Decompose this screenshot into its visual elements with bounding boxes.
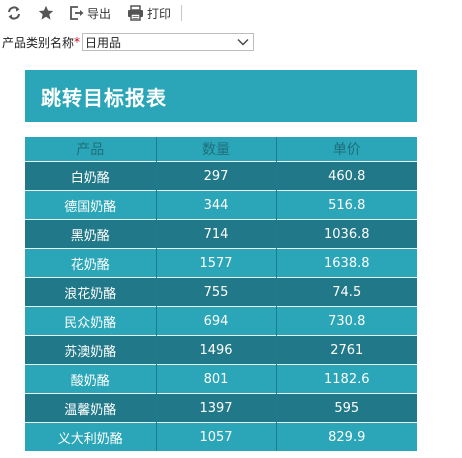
print-icon xyxy=(127,5,144,21)
product-cell[interactable]: 白奶酪 xyxy=(25,161,156,191)
price-cell: 74.5 xyxy=(275,277,417,307)
price-cell: 516.8 xyxy=(275,190,417,220)
report: 跳转目标报表 产品 数量 单价 白奶酪 297 460.8 德国奶酪 344 5… xyxy=(25,70,417,451)
table-row: 白奶酪 297 460.8 xyxy=(25,161,417,191)
quantity-cell: 1496 xyxy=(155,335,276,365)
toolbar-divider xyxy=(181,5,183,21)
product-cell[interactable]: 酸奶酪 xyxy=(25,364,156,394)
table-row: 浪花奶酪 755 74.5 xyxy=(25,277,417,307)
product-cell[interactable]: 苏澳奶酪 xyxy=(25,335,156,365)
print-button[interactable]: 打印 xyxy=(127,2,171,24)
price-cell: 1638.8 xyxy=(275,248,417,278)
report-title: 跳转目标报表 xyxy=(41,85,167,110)
title-divider xyxy=(25,122,417,137)
table-row: 酸奶酪 801 1182.6 xyxy=(25,364,417,394)
quantity-cell: 1577 xyxy=(155,248,276,278)
product-cell[interactable]: 民众奶酪 xyxy=(25,306,156,336)
export-icon xyxy=(69,5,85,21)
table-row: 花奶酪 1577 1638.8 xyxy=(25,248,417,278)
product-cell[interactable]: 黑奶酪 xyxy=(25,219,156,249)
column-header: 产品 xyxy=(25,137,156,162)
quantity-cell: 1057 xyxy=(155,422,276,451)
price-cell: 460.8 xyxy=(275,161,417,191)
price-cell: 595 xyxy=(275,393,417,423)
product-cell[interactable]: 浪花奶酪 xyxy=(25,277,156,307)
product-cell[interactable]: 温馨奶酪 xyxy=(25,393,156,423)
quantity-cell: 801 xyxy=(155,364,276,394)
category-select-value: 日用品 xyxy=(85,35,122,50)
required-mark: * xyxy=(74,35,81,49)
quantity-cell: 297 xyxy=(155,161,276,191)
product-cell[interactable]: 德国奶酪 xyxy=(25,190,156,220)
table-row: 黑奶酪 714 1036.8 xyxy=(25,219,417,249)
table-header-row: 产品 数量 单价 xyxy=(25,137,417,162)
table-row: 苏澳奶酪 1496 2761 xyxy=(25,335,417,365)
refresh-icon xyxy=(7,6,21,20)
refresh-button[interactable] xyxy=(7,2,21,24)
price-cell: 730.8 xyxy=(275,306,417,336)
export-button[interactable]: 导出 xyxy=(69,2,111,24)
quantity-cell: 1397 xyxy=(155,393,276,423)
price-cell: 2761 xyxy=(275,335,417,365)
toolbar: 导出 打印 xyxy=(0,0,462,26)
table-row: 德国奶酪 344 516.8 xyxy=(25,190,417,220)
quantity-cell: 694 xyxy=(155,306,276,336)
report-table: 产品 数量 单价 白奶酪 297 460.8 德国奶酪 344 516.8 黑奶… xyxy=(25,137,417,451)
price-cell: 1182.6 xyxy=(275,364,417,394)
product-cell[interactable]: 花奶酪 xyxy=(25,248,156,278)
quantity-cell: 755 xyxy=(155,277,276,307)
quantity-cell: 344 xyxy=(155,190,276,220)
table-row: 民众奶酪 694 730.8 xyxy=(25,306,417,336)
star-icon xyxy=(38,5,54,21)
column-header: 数量 xyxy=(155,137,276,162)
quantity-cell: 714 xyxy=(155,219,276,249)
product-cell[interactable]: 义大利奶酪 xyxy=(25,422,156,451)
price-cell: 1036.8 xyxy=(275,219,417,249)
favorite-button[interactable] xyxy=(38,2,54,24)
print-label: 打印 xyxy=(147,6,172,21)
filter-row: 产品类别名称 * 日用品 xyxy=(2,33,255,51)
table-row: 温馨奶酪 1397 595 xyxy=(25,393,417,423)
filter-label: 产品类别名称 xyxy=(2,35,75,50)
category-select[interactable]: 日用品 xyxy=(82,33,255,51)
price-cell: 829.9 xyxy=(275,422,417,451)
column-header: 单价 xyxy=(275,137,417,162)
table-row: 义大利奶酪 1057 829.9 xyxy=(25,422,417,451)
export-label: 导出 xyxy=(87,6,112,21)
chevron-down-icon xyxy=(237,35,249,49)
